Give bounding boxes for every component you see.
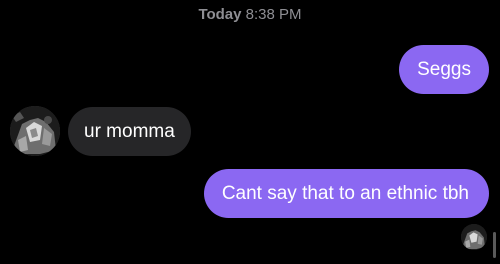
timestamp-time: 8:38 PM <box>245 6 302 23</box>
outgoing-message-bubble[interactable]: Cant say that to an ethnic tbh <box>203 169 489 218</box>
message-text: ur momma <box>84 121 175 142</box>
chat-timestamp: Today 8:38 PM <box>0 6 500 23</box>
scrollbar-handle[interactable] <box>493 232 496 258</box>
message-text: Cant say that to an ethnic tbh <box>221 183 469 204</box>
message-text: Seggs <box>417 59 471 80</box>
contact-avatar-icon[interactable] <box>10 106 60 156</box>
incoming-message-bubble[interactable]: ur momma <box>68 107 191 156</box>
timestamp-day: Today <box>198 6 242 23</box>
chat-thread: Today 8:38 PM Seggs ur momma Cant say th… <box>0 0 500 264</box>
read-receipt-avatar-icon <box>461 224 487 250</box>
outgoing-message-bubble[interactable]: Seggs <box>399 45 489 94</box>
